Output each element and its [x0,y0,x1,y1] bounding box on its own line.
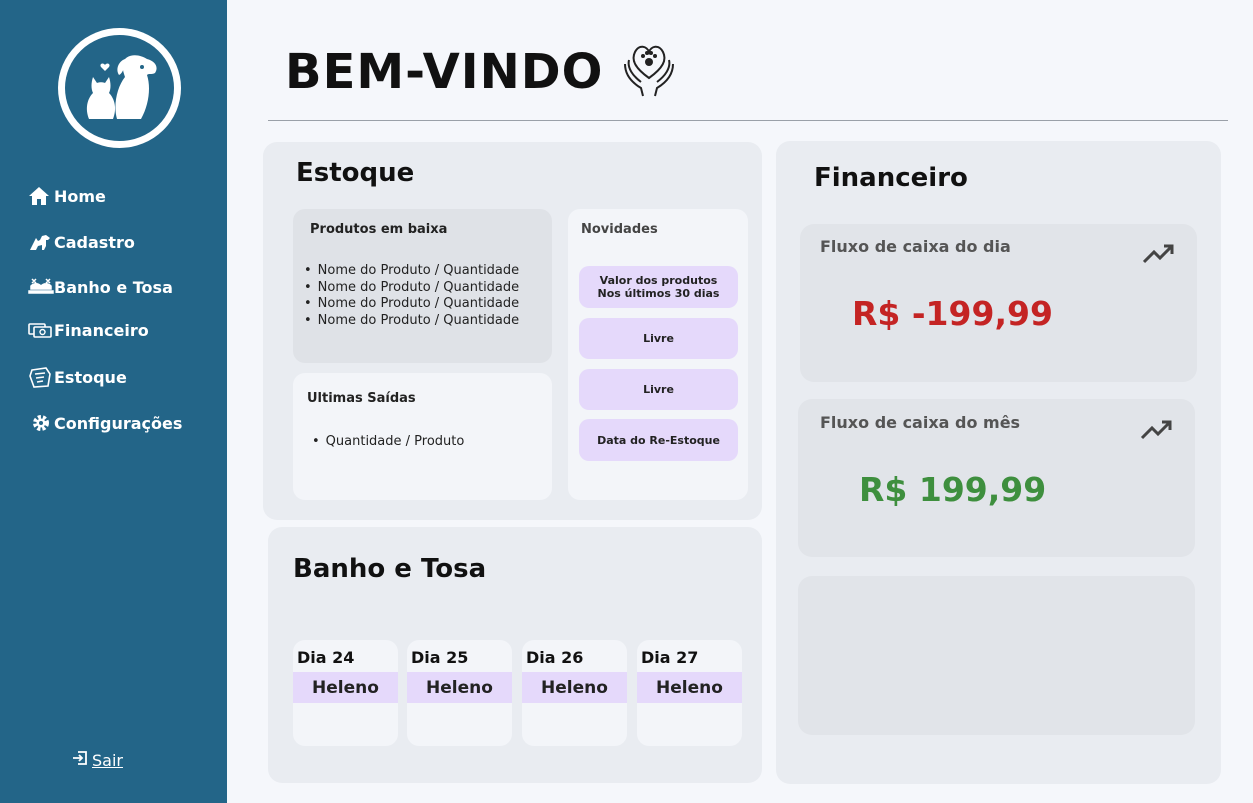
last-outputs-title: Ultimas Saídas [307,391,416,406]
day-card[interactable]: Dia 25 Heleno [407,640,512,746]
daily-cashflow-value: R$ -199,99 [852,294,1053,333]
day-label: Dia 25 [411,648,469,667]
sidebar-item-cadastro[interactable]: Cadastro [28,230,135,254]
sidebar-item-banho-tosa[interactable]: Banho e Tosa [28,275,173,299]
day-label: Dia 26 [526,648,584,667]
money-icon [28,321,54,339]
home-icon [28,186,54,206]
sidebar-item-label: Financeiro [54,320,149,340]
low-products-title: Produtos em baixa [310,222,448,237]
trending-up-icon [1140,418,1174,446]
low-products-list: Nome do Produto / Quantidade Nome do Pro… [304,263,519,329]
sidebar-item-label: Home [54,186,106,206]
box-icon [28,366,54,388]
appointment-name: Heleno [637,672,742,703]
news-pill[interactable]: Valor dos produtos Nos últimos 30 dias [579,266,738,308]
daily-cashflow-title: Fluxo de caixa do dia [820,237,1011,256]
list-item: Nome do Produto / Quantidade [304,280,519,297]
logout-button[interactable]: Sair [72,750,123,770]
sidebar: Home Cadastro Banho e Tosa Financeiro Es… [0,0,227,803]
monthly-cashflow-title: Fluxo de caixa do mês [820,413,1021,432]
monthly-cashflow-value: R$ 199,99 [859,470,1047,509]
sidebar-item-financeiro[interactable]: Financeiro [28,318,149,342]
page-title: BEM-VINDO [285,44,604,100]
list-item: Nome do Produto / Quantidade [304,296,519,313]
logout-icon [72,750,88,770]
sidebar-item-estoque[interactable]: Estoque [28,365,127,389]
list-item: Nome do Produto / Quantidade [304,263,519,280]
news-pill[interactable]: Livre [579,369,738,410]
sidebar-item-label: Cadastro [54,232,135,252]
day-card[interactable]: Dia 26 Heleno [522,640,627,746]
dog-and-cat-logo[interactable] [58,28,181,148]
news-pill[interactable]: Livre [579,318,738,359]
grooming-icon [28,277,54,297]
last-outputs-list: Quantidade / Produto [312,434,465,451]
heart-paw-hands-icon [621,38,677,104]
pets-icon [28,232,54,252]
sidebar-item-label: Estoque [54,367,127,387]
financeiro-title: Financeiro [814,163,968,193]
gear-icon [28,414,54,432]
appointment-name: Heleno [293,672,398,703]
sidebar-item-label: Configurações [54,413,183,433]
header-divider [268,120,1228,121]
day-card[interactable]: Dia 24 Heleno [293,640,398,746]
estoque-title: Estoque [296,158,415,188]
list-item: Quantidade / Produto [312,434,465,451]
news-pill[interactable]: Data do Re-Estoque [579,419,738,461]
day-label: Dia 24 [297,648,355,667]
banho-tosa-title: Banho e Tosa [293,554,487,584]
appointment-name: Heleno [407,672,512,703]
logout-label: Sair [92,750,123,770]
news-title: Novidades [581,222,658,237]
day-card[interactable]: Dia 27 Heleno [637,640,742,746]
sidebar-item-label: Banho e Tosa [54,277,173,297]
trending-up-icon [1142,242,1176,270]
empty-card [798,576,1195,735]
day-label: Dia 27 [641,648,699,667]
appointment-name: Heleno [522,672,627,703]
sidebar-item-home[interactable]: Home [28,184,106,208]
sidebar-item-configuracoes[interactable]: Configurações [28,411,182,435]
list-item: Nome do Produto / Quantidade [304,313,519,330]
